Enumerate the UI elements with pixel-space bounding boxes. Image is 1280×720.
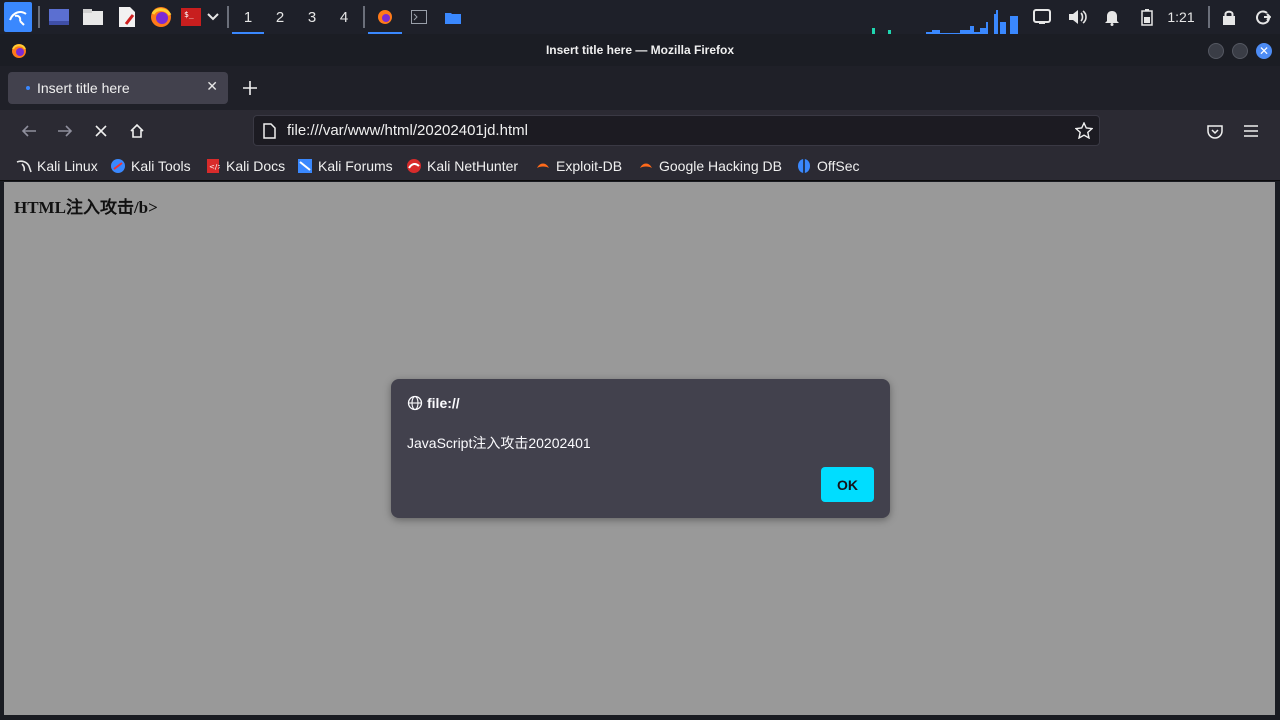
terminal-launcher-icon[interactable]: $_ (180, 6, 202, 28)
window-titlebar: Insert title here — Mozilla Firefox ✕ (0, 34, 1280, 66)
home-button[interactable] (123, 118, 151, 144)
kali-tools-icon (110, 158, 126, 174)
workspace-1[interactable]: 1 (232, 0, 264, 34)
panel-clock[interactable]: 1:21 (1164, 0, 1198, 34)
pocket-button[interactable] (1201, 118, 1229, 144)
bookmark-kali-linux[interactable]: Kali Linux (16, 157, 98, 175)
forward-arrow-icon (58, 125, 73, 137)
new-tab-button[interactable] (238, 76, 262, 100)
window-title: Insert title here — Mozilla Firefox (545, 43, 735, 57)
app-menu-button[interactable] (1237, 118, 1265, 144)
folder-icon (445, 12, 461, 24)
bookmark-kali-tools[interactable]: Kali Tools (110, 157, 191, 175)
chevron-down-icon[interactable] (206, 10, 220, 24)
ok-button[interactable]: OK (821, 467, 874, 502)
bookmark-label: Kali Docs (226, 158, 286, 174)
nethunter-icon (406, 158, 422, 174)
bookmark-label: Kali Forums (318, 158, 393, 174)
dialog-message: JavaScript注入攻击20202401 (407, 435, 591, 451)
globe-icon (407, 395, 423, 411)
tab-label: Insert title here (37, 80, 130, 96)
navigation-toolbar: file:///var/www/html/20202401jd.html (0, 110, 1280, 152)
power-logout-icon[interactable] (1254, 8, 1272, 26)
dialog-origin-text: file:// (427, 395, 460, 411)
bookmark-star-icon[interactable] (1074, 121, 1094, 144)
network-monitor-graph (872, 10, 1018, 34)
workspace-3[interactable]: 3 (296, 0, 328, 34)
pocket-icon (1207, 124, 1223, 139)
firefox-task-button[interactable] (368, 0, 402, 34)
firefox-launcher-icon[interactable] (150, 6, 172, 28)
tab-close-icon[interactable]: ✕ (206, 78, 218, 95)
terminal-icon (411, 10, 427, 24)
bookmark-label: Exploit-DB (556, 158, 623, 174)
volume-icon[interactable] (1068, 8, 1088, 26)
panel-separator (38, 6, 40, 28)
display-icon[interactable] (1032, 8, 1052, 26)
forward-button[interactable] (51, 118, 79, 144)
panel-separator (1208, 6, 1210, 28)
close-window-button[interactable]: ✕ (1256, 43, 1272, 59)
bookmark-kali-nethunter[interactable]: Kali NetHunter (406, 157, 518, 175)
url-text[interactable]: file:///var/www/html/20202401jd.html (287, 122, 528, 139)
plus-icon (243, 81, 257, 95)
kali-menu-icon[interactable] (4, 2, 32, 32)
top-panel: $_ 1 2 3 4 1:21 (0, 0, 1280, 34)
window-bottom-edge (0, 715, 1280, 720)
workspace-2[interactable]: 2 (264, 0, 296, 34)
bookmark-kali-forums[interactable]: Kali Forums (297, 157, 393, 175)
tab-strip: Insert title here ✕ (0, 66, 1280, 110)
loading-dot-icon (26, 86, 30, 90)
panel-separator (227, 6, 229, 28)
kali-dragon-icon (16, 158, 32, 174)
panel-separator (363, 6, 365, 28)
text-editor-icon[interactable] (116, 6, 138, 28)
kali-docs-icon: </> (205, 158, 221, 174)
ghdb-icon (638, 158, 654, 174)
tab-insert-title-here[interactable]: Insert title here ✕ (8, 72, 228, 104)
bookmark-label: Kali NetHunter (427, 158, 519, 174)
files-task-button[interactable] (438, 0, 468, 34)
bookmarks-toolbar: Kali Linux Kali Tools </> Kali Docs Kali… (0, 152, 1280, 181)
workspace-4[interactable]: 4 (328, 0, 360, 34)
notification-bell-icon[interactable] (1103, 8, 1121, 26)
dialog-origin: file:// (407, 395, 460, 411)
svg-text:$_: $_ (184, 10, 194, 19)
svg-text:</>: </> (209, 163, 220, 171)
bookmark-exploit-db[interactable]: Exploit-DB (535, 157, 622, 175)
battery-icon[interactable] (1139, 8, 1155, 26)
firefox-icon (378, 10, 392, 24)
bookmark-label: Google Hacking DB (659, 158, 782, 174)
bookmark-google-hacking-db[interactable]: Google Hacking DB (638, 157, 782, 175)
minimize-button[interactable] (1208, 43, 1224, 59)
stop-x-icon (95, 125, 107, 137)
bookmark-label: Kali Tools (131, 158, 191, 174)
bookmark-offsec[interactable]: OffSec (796, 157, 860, 175)
exploit-db-icon (535, 158, 551, 174)
bookmark-label: OffSec (817, 158, 860, 174)
stop-loading-button[interactable] (87, 118, 115, 144)
close-icon: ✕ (1258, 44, 1270, 58)
home-icon (130, 123, 144, 138)
page-document-icon (263, 123, 276, 144)
bookmark-kali-docs[interactable]: </> Kali Docs (205, 157, 285, 175)
hamburger-menu-icon (1244, 125, 1258, 137)
file-manager-icon[interactable] (82, 7, 104, 27)
url-bar[interactable]: file:///var/www/html/20202401jd.html (253, 115, 1100, 146)
maximize-button[interactable] (1232, 43, 1248, 59)
kali-forums-icon (297, 158, 313, 174)
offsec-icon (796, 158, 812, 174)
terminal-task-button[interactable] (404, 0, 434, 34)
back-button[interactable] (15, 118, 43, 144)
lock-icon[interactable] (1220, 8, 1238, 26)
show-desktop-icon[interactable] (48, 7, 70, 27)
alert-dialog: file:// JavaScript注入攻击20202401 OK (391, 379, 890, 518)
page-heading: HTML注入攻击/b> (14, 198, 158, 217)
bookmark-label: Kali Linux (37, 158, 98, 174)
back-arrow-icon (21, 125, 36, 137)
